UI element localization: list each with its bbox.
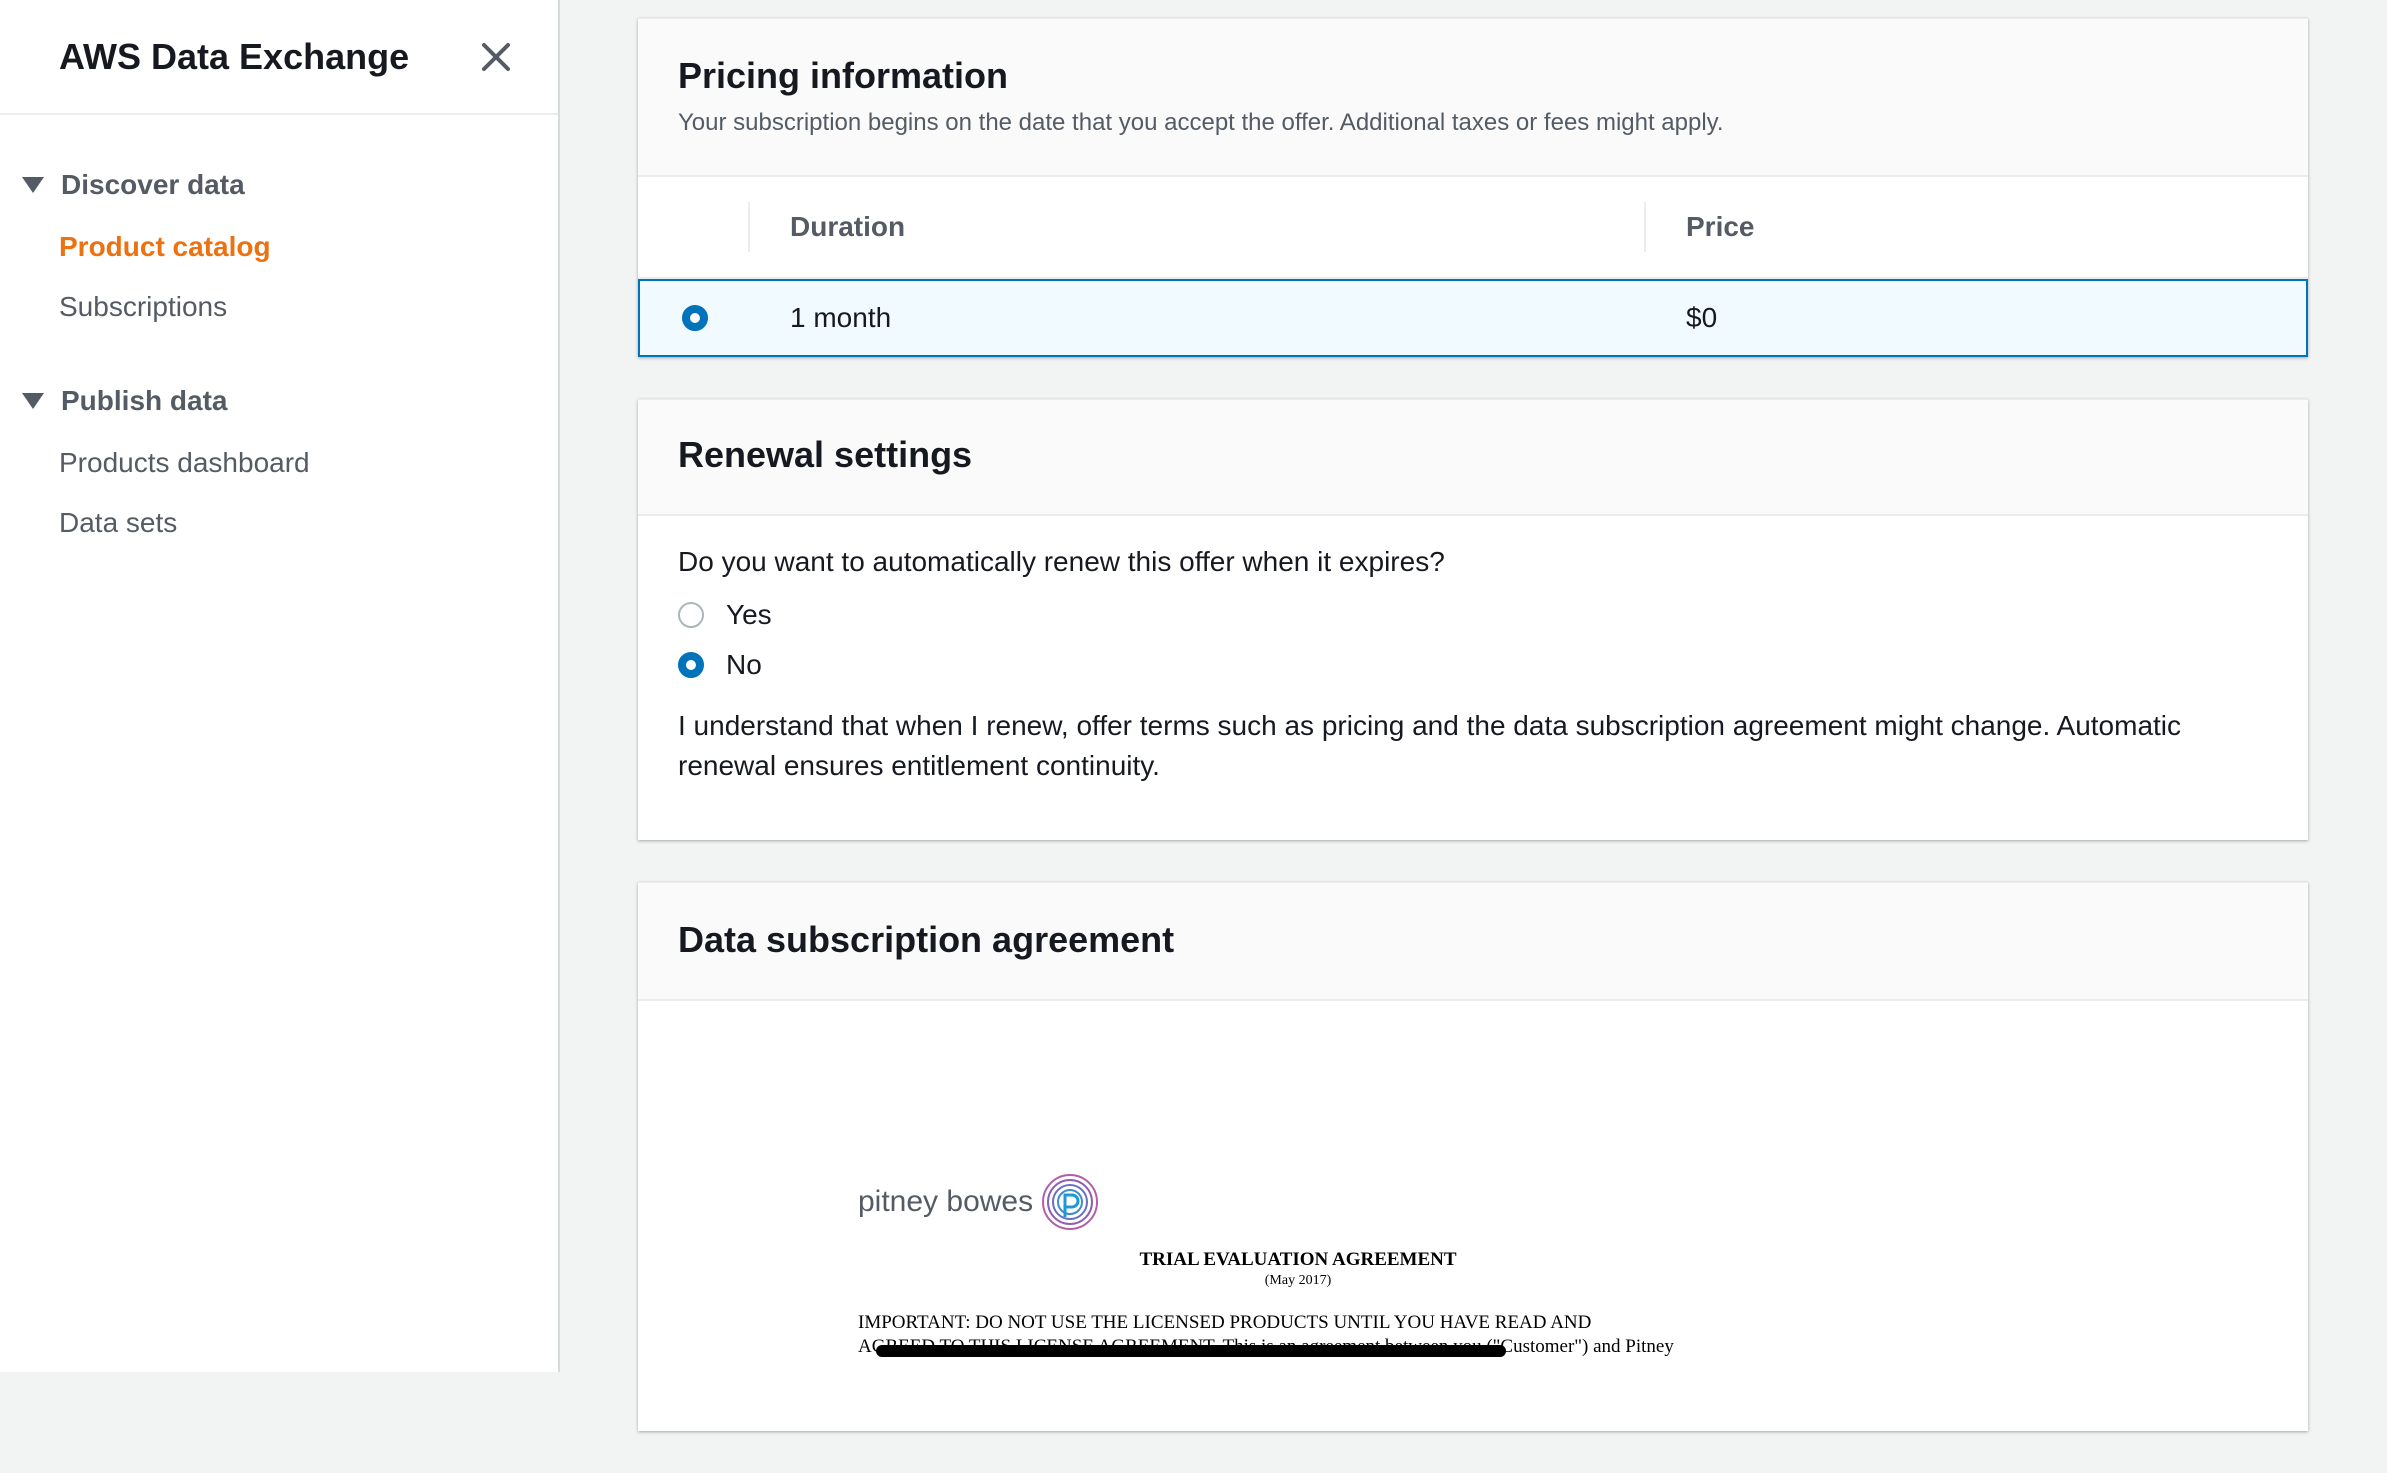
renewal-card: Renewal settings Do you want to automati…	[638, 399, 2308, 840]
column-header-select	[638, 202, 750, 252]
caret-down-icon	[22, 393, 44, 409]
document-line: IMPORTANT: DO NOT USE THE LICENSED PRODU…	[858, 1312, 1592, 1333]
renewal-option-yes[interactable]: Yes	[678, 590, 2268, 640]
row-select-cell	[640, 305, 750, 331]
column-header-price: Price	[1686, 211, 1755, 242]
sidebar-item-data-sets[interactable]: Data sets	[0, 493, 558, 553]
row-radio-button[interactable]	[682, 305, 708, 331]
agreement-card: Data subscription agreement pitney bowes…	[638, 882, 2308, 1431]
sidebar-header: AWS Data Exchange	[0, 0, 558, 115]
renewal-title: Renewal settings	[678, 434, 973, 475]
column-header-duration: Duration	[750, 202, 1646, 252]
document-text: IMPORTANT: DO NOT USE THE LICENSED PRODU…	[858, 1311, 1738, 1359]
sidebar-item-products-dashboard[interactable]: Products dashboard	[0, 433, 558, 493]
pricing-description: Your subscription begins on the date tha…	[678, 109, 1724, 136]
sidebar-item-product-catalog[interactable]: Product catalog	[0, 217, 558, 277]
radio-no[interactable]	[678, 652, 704, 678]
document-date: (May 2017)	[1264, 1273, 1332, 1288]
pitney-bowes-logo-icon	[1042, 1174, 1099, 1230]
caret-down-icon	[22, 177, 44, 193]
renewal-option-no[interactable]: No	[678, 640, 2268, 690]
price-cell: $0	[1686, 302, 1718, 333]
duration-cell: 1 month	[790, 302, 892, 333]
sidebar-item-subscriptions[interactable]: Subscriptions	[0, 277, 558, 337]
main-content: Pricing information Your subscription be…	[638, 0, 2308, 1473]
close-icon[interactable]	[476, 37, 516, 77]
nav-section-publish: Publish data Products dashboard Data set…	[0, 381, 558, 553]
renewal-body: Do you want to automatically renew this …	[638, 516, 2308, 840]
pricing-title: Pricing information	[678, 55, 1009, 96]
agreement-title: Data subscription agreement	[678, 919, 1175, 960]
nav-section-label: Discover data	[61, 169, 245, 200]
nav-section-label: Publish data	[61, 385, 228, 416]
table-row[interactable]: 1 month $0	[638, 279, 2308, 357]
radio-label-yes: Yes	[726, 599, 772, 630]
pricing-card: Pricing information Your subscription be…	[638, 18, 2308, 357]
nav-section-toggle-publish[interactable]: Publish data	[0, 381, 558, 421]
pricing-table-header: Duration Price	[638, 177, 2308, 279]
sidebar-title: AWS Data Exchange	[59, 35, 410, 77]
renewal-notice: I understand that when I renew, offer te…	[678, 710, 2182, 781]
document-title: TRIAL EVALUATION AGREEMENT	[1139, 1249, 1457, 1270]
radio-yes[interactable]	[678, 602, 704, 628]
side-navigation: AWS Data Exchange Discover data Product …	[0, 0, 560, 1372]
renewal-question: Do you want to automatically renew this …	[678, 546, 1445, 577]
radio-label-no: No	[726, 649, 762, 680]
nav-section-discover: Discover data Product catalog Subscripti…	[0, 165, 558, 337]
nav-section-toggle-discover[interactable]: Discover data	[0, 165, 558, 205]
pricing-header: Pricing information Your subscription be…	[638, 19, 2308, 177]
renewal-header: Renewal settings	[638, 400, 2308, 516]
agreement-document-viewer[interactable]: pitney bowes TRIAL EVALUATION AGREEMENT …	[638, 1001, 2308, 1431]
redaction-mark	[876, 1345, 1506, 1357]
logo-text: pitney bowes	[858, 1185, 1034, 1218]
agreement-header: Data subscription agreement	[638, 883, 2308, 1001]
agreement-document: pitney bowes TRIAL EVALUATION AGREEMENT …	[858, 1173, 1738, 1359]
pitney-bowes-logo: pitney bowes	[858, 1173, 1738, 1231]
